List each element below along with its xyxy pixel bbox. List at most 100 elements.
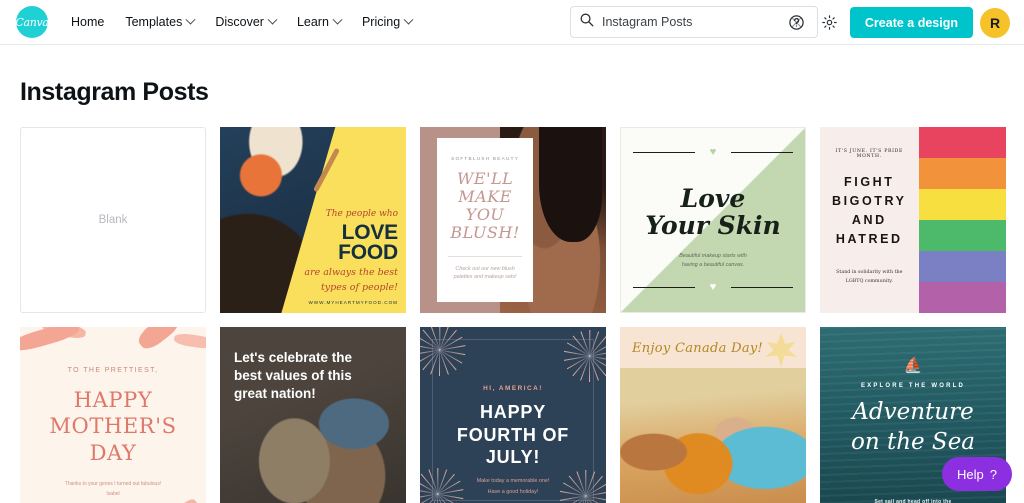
food-url: WWW.MYHEARTMYFOOD.COM [308, 300, 398, 305]
mother-sub2: Isabel [106, 490, 120, 497]
blush-panel: SOFTBLUSH BEAUTY WE'LL MAKE YOU BLUSH! C… [436, 138, 534, 302]
skin-title1: Love [680, 184, 746, 213]
blush-title: WE'LL MAKE YOU BLUSH! [450, 169, 520, 242]
skin-sub: Beautiful makeup starts with having a be… [621, 252, 805, 270]
template-card-blank[interactable]: Blank [20, 127, 206, 313]
chevron-down-icon [267, 14, 278, 25]
pride-sub2: LGBTQ community. [845, 278, 893, 284]
july-title2: FOURTH OF [456, 424, 570, 445]
chevron-down-icon [403, 14, 414, 25]
nav-item-pricing[interactable]: Pricing [353, 9, 421, 35]
firework-icon [420, 327, 466, 377]
blush-brand: SOFTBLUSH BEAUTY [451, 156, 520, 162]
nation-line1: Let's celebrate the [234, 350, 353, 365]
food-line3b: types of people! [320, 282, 398, 294]
template-card-love-food[interactable]: The people who LOVE FOOD are always the … [220, 127, 406, 313]
template-card-fourth-of-july[interactable]: HI, AMERICA! HAPPY FOURTH OF JULY! Make … [420, 327, 606, 503]
pride-title: FIGHT BIGOTRY AND HATRED [831, 175, 907, 246]
mother-title3: DAY [89, 440, 137, 465]
food-line2a: LOVE [341, 220, 399, 244]
heart-icon: ♥ [709, 146, 717, 158]
question-mark-icon: ? [989, 466, 997, 482]
template-card-mothers-day[interactable]: TO THE PRETTIEST, HAPPY MOTHER'S DAY Tha… [20, 327, 206, 503]
rainbow-stripe [918, 282, 1006, 313]
mother-kicker: TO THE PRETTIEST, [67, 367, 159, 374]
nav-item-home[interactable]: Home [62, 9, 113, 35]
chevron-down-icon [332, 14, 343, 25]
help-label: Help [957, 466, 984, 482]
rainbow-stripe [918, 127, 1006, 158]
canada-family-photo [620, 367, 806, 503]
nav-item-pricing-label: Pricing [361, 15, 401, 29]
july-sub1: Make today a memorable one! [476, 478, 550, 485]
pride-sub: Stand in solidarity with the LGBTQ commu… [830, 269, 909, 286]
nation-text-block: Let's celebrate the best values of this … [234, 349, 392, 402]
bottom-rule: ♥ [633, 282, 793, 293]
nation-line3: great nation! [234, 385, 316, 401]
blank-label: Blank [98, 214, 128, 226]
skin-sub1: Beautiful makeup starts with [679, 253, 747, 259]
template-card-canada-day[interactable]: Enjoy Canada Day! [620, 327, 806, 503]
template-card-love-your-skin[interactable]: ♥ Love Your Skin Beautiful makeup starts… [620, 127, 806, 313]
food-line3a: are always the best [304, 266, 398, 278]
sea-kicker: EXPLORE THE WORLD [860, 383, 966, 389]
food-line2b: FOOD [338, 240, 398, 264]
canva-logo-text: Canva [15, 15, 49, 29]
nav-item-learn[interactable]: Learn [288, 9, 350, 35]
pride-sub1: Stand in solidarity with the [836, 270, 903, 275]
question-circle-icon[interactable] [784, 10, 810, 36]
july-sub2: Have a good holiday! [487, 488, 539, 495]
top-rule: ♥ [633, 147, 793, 158]
july-title3: JULY! [485, 447, 541, 468]
skin-title: Love Your Skin [621, 184, 805, 240]
nav-item-discover[interactable]: Discover [206, 9, 285, 35]
header-actions: Create a design R [784, 7, 1010, 38]
nav-item-discover-label: Discover [215, 15, 264, 29]
template-card-great-nation[interactable]: Let's celebrate the best values of this … [220, 327, 406, 503]
july-title: HAPPY FOURTH OF JULY! [420, 401, 606, 469]
pride-text-block: IT'S JUNE. IT'S PRIDE MONTH. FIGHT BIGOT… [820, 127, 919, 313]
page-title: Instagram Posts [20, 78, 209, 106]
skin-title2: Your Skin [645, 210, 781, 240]
sea-title1: Adventure [852, 399, 974, 425]
rainbow-stripe [918, 189, 1006, 220]
blush-divider [448, 255, 522, 257]
food-line1: The people who [325, 208, 398, 219]
firework-icon [562, 329, 606, 383]
rainbow-stripe [918, 158, 1006, 189]
template-card-blush[interactable]: SOFTBLUSH BEAUTY WE'LL MAKE YOU BLUSH! C… [420, 127, 606, 313]
template-grid: Blank The people who LOVE FOOD are alway… [20, 127, 1024, 503]
create-a-design-button[interactable]: Create a design [849, 7, 973, 38]
mother-title: HAPPY MOTHER'S DAY [20, 387, 206, 466]
blush-sub2: palettes and makeup sets! [453, 274, 517, 281]
rule-line-right [731, 151, 793, 154]
canva-logo[interactable]: Canva [15, 6, 49, 38]
sea-title: Adventure on the Sea [820, 397, 1006, 458]
rainbow-stripe [918, 251, 1006, 282]
chevron-down-icon [185, 14, 196, 25]
canada-title: Enjoy Canada Day! [632, 341, 764, 356]
search-bar[interactable] [570, 6, 818, 38]
sea-sub: Set sail and head off into the [874, 499, 952, 503]
gear-icon[interactable] [817, 10, 843, 36]
help-button[interactable]: Help ? [942, 457, 1012, 491]
blush-sub1: Check out our new blush [455, 265, 515, 272]
heart-icon: ♥ [709, 281, 717, 293]
avatar[interactable]: R [980, 7, 1010, 38]
nav-item-learn-label: Learn [296, 15, 329, 29]
mother-title2: MOTHER'S [49, 414, 177, 439]
pride-kicker: IT'S JUNE. IT'S PRIDE MONTH. [835, 149, 904, 159]
search-input[interactable] [594, 15, 783, 29]
sailboat-icon: ⛵ [903, 357, 923, 374]
nation-line2: best values of this [234, 367, 352, 383]
mother-title1: HAPPY [73, 388, 153, 412]
maple-leaf-icon [765, 333, 797, 367]
rule-line-left [633, 286, 695, 289]
nav-item-templates[interactable]: Templates [116, 9, 203, 35]
hair-shape [539, 127, 603, 243]
brush-stroke [173, 332, 206, 350]
nav-item-templates-label: Templates [125, 15, 183, 29]
july-sub: Make today a memorable one! Have a good … [420, 476, 606, 497]
rainbow-stripe [918, 220, 1006, 251]
template-card-pride[interactable]: IT'S JUNE. IT'S PRIDE MONTH. FIGHT BIGOT… [820, 127, 1006, 313]
